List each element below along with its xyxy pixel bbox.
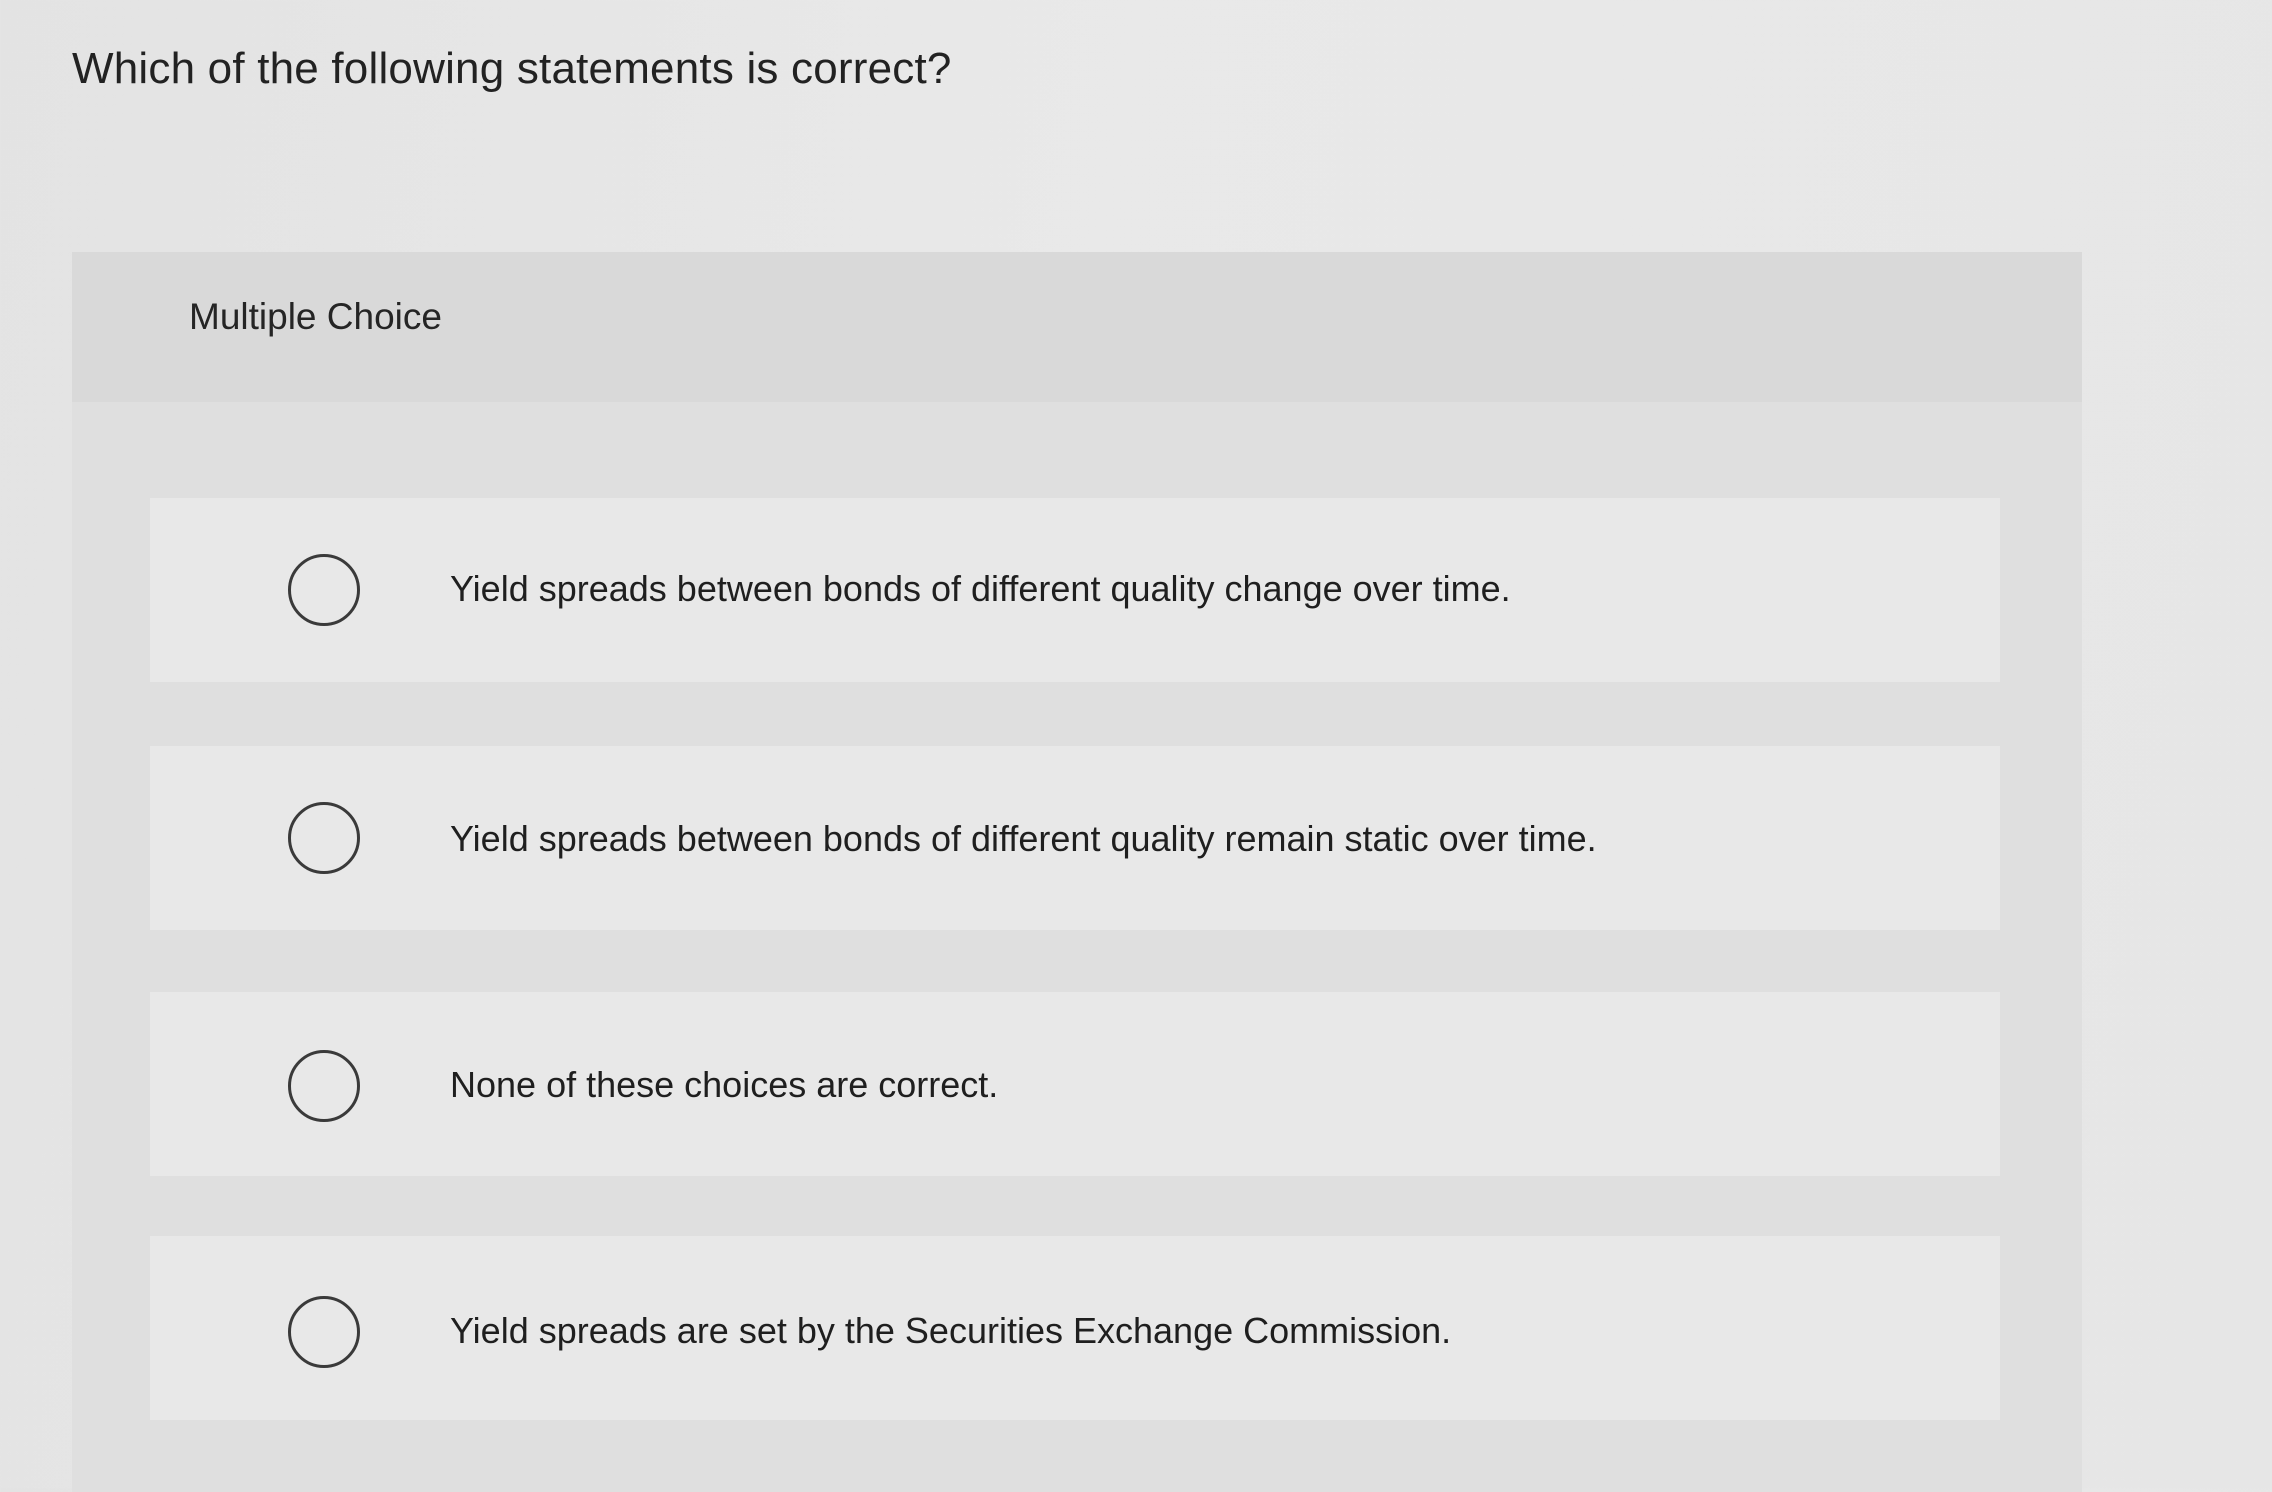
multiple-choice-panel: Multiple Choice Yield spreads between bo… xyxy=(72,252,2082,1492)
panel-header: Multiple Choice xyxy=(72,252,2082,402)
radio-button-icon[interactable] xyxy=(288,1296,360,1368)
choice-label: Yield spreads between bonds of different… xyxy=(450,568,1511,609)
choice-label: Yield spreads are set by the Securities … xyxy=(450,1310,1452,1351)
choice-option-2[interactable]: Yield spreads between bonds of different… xyxy=(150,746,2000,930)
radio-button-icon[interactable] xyxy=(288,802,360,874)
radio-button-icon[interactable] xyxy=(288,1050,360,1122)
question-type-label: Multiple Choice xyxy=(189,296,442,337)
choice-label: None of these choices are correct. xyxy=(450,1064,999,1105)
choice-option-4[interactable]: Yield spreads are set by the Securities … xyxy=(150,1236,2000,1420)
radio-button-icon[interactable] xyxy=(288,554,360,626)
choice-label: Yield spreads between bonds of different… xyxy=(450,818,1597,859)
choice-option-3[interactable]: None of these choices are correct. xyxy=(150,992,2000,1176)
question-text: Which of the following statements is cor… xyxy=(72,44,952,93)
choice-option-1[interactable]: Yield spreads between bonds of different… xyxy=(150,498,2000,682)
